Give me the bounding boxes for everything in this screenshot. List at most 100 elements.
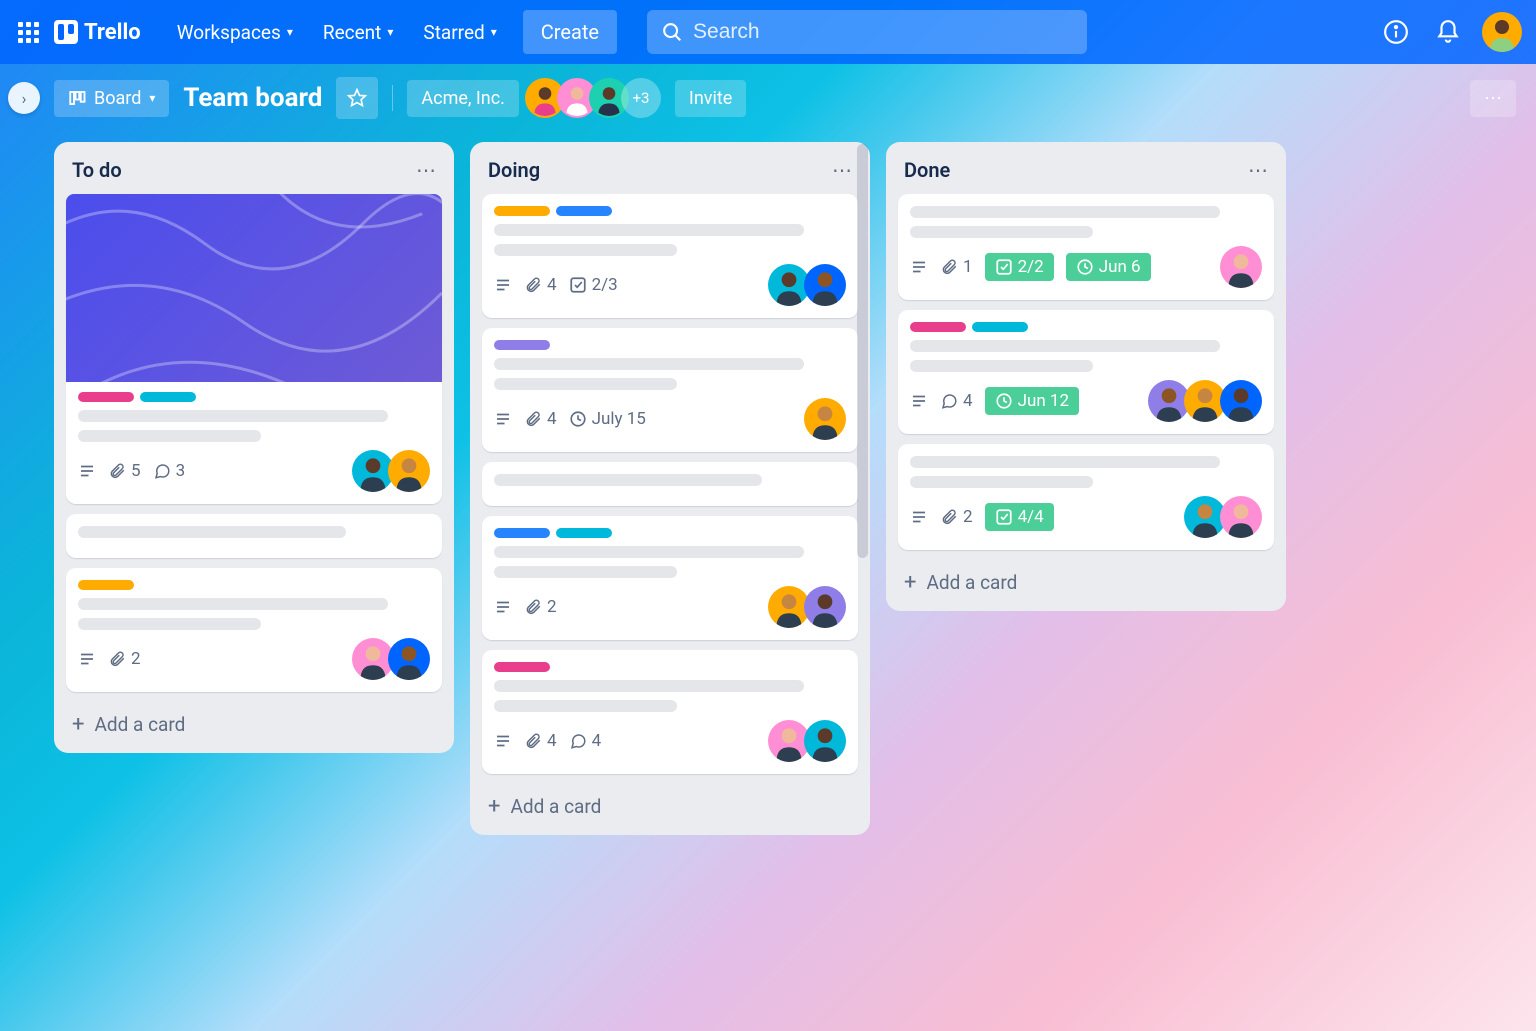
card[interactable]: 1 2/2 Jun 6 [898,194,1274,300]
member-avatar[interactable] [804,720,846,762]
search-input[interactable] [693,20,1073,44]
checklist-badge: 2/3 [569,275,618,295]
member-avatar[interactable] [1220,496,1262,538]
card[interactable]: 4Jun 12 [898,310,1274,434]
list-menu-icon[interactable]: ⋯ [416,158,436,182]
due-date-badge: July 15 [569,409,646,429]
comments-badge: 3 [153,461,186,481]
card[interactable]: 53 [66,194,442,504]
member-avatar[interactable] [804,264,846,306]
chevron-down-icon: ▾ [491,25,497,39]
lists-container: To do⋯532+Add a cardDoing⋯42/34July 1524… [0,132,1536,1031]
member-avatar[interactable] [804,398,846,440]
card[interactable]: 24/4 [898,444,1274,550]
label-pill[interactable] [556,206,612,216]
brand-logo[interactable]: Trello [54,20,141,45]
nav-starred[interactable]: Starred▾ [411,13,508,52]
list-menu-icon[interactable]: ⋯ [1248,158,1268,182]
search-box[interactable] [647,10,1087,54]
list: Done ⋯ 1 2/2 Jun 6 4Jun 12 24/4 +Add a card [886,142,1286,611]
card-footer: 1 2/2 Jun 6 [910,246,1262,288]
chevron-down-icon: ▾ [387,25,393,39]
card[interactable]: 4 2/3 [482,194,858,318]
card[interactable]: 2 [66,568,442,692]
list-header: Done ⋯ [898,154,1274,184]
description-icon [494,276,512,294]
checklist-done-badge: 2/2 [985,253,1054,281]
description-icon [494,732,512,750]
workspace-name[interactable]: Acme, Inc. [407,80,519,117]
scrollbar[interactable] [857,144,868,558]
view-switcher[interactable]: Board ▾ [54,80,169,117]
attachments-badge: 2 [940,507,973,527]
attachments-badge: 2 [108,649,141,669]
card-cover [66,194,442,382]
description-icon [78,650,96,668]
card[interactable] [482,462,858,506]
label-pill[interactable] [494,662,550,672]
board-menu-button[interactable]: ⋯ [1470,80,1516,117]
user-avatar[interactable] [1482,12,1522,52]
board-title[interactable]: Team board [183,83,322,113]
description-icon [78,462,96,480]
card-labels [78,392,430,402]
list-title[interactable]: Done [904,158,950,182]
member-avatar[interactable] [388,638,430,680]
card[interactable]: 4 July 15 [482,328,858,452]
board-header: › Board ▾ Team board Acme, Inc. +3 Invit… [0,64,1536,132]
label-pill[interactable] [556,528,612,538]
member-avatar[interactable] [1220,380,1262,422]
apps-icon[interactable] [14,18,42,46]
list-menu-icon[interactable]: ⋯ [832,158,852,182]
nav-recent[interactable]: Recent▾ [311,13,406,52]
card-footer: 53 [78,450,430,492]
card-members [810,398,846,440]
attachments-badge: 4 [524,731,557,751]
label-pill[interactable] [494,206,550,216]
trello-logo-icon [54,20,78,44]
top-nav: Trello Workspaces▾ Recent▾ Starred▾ Crea… [0,0,1536,64]
label-pill[interactable] [910,322,966,332]
add-card-button[interactable]: +Add a card [66,702,442,741]
create-button[interactable]: Create [523,10,617,54]
label-pill[interactable] [494,528,550,538]
card[interactable]: 44 [482,650,858,774]
label-pill[interactable] [78,392,134,402]
list-title[interactable]: Doing [488,158,540,182]
card[interactable] [66,514,442,558]
attachments-badge: 4 [524,409,557,429]
label-pill[interactable] [972,322,1028,332]
label-pill[interactable] [140,392,196,402]
card-members [358,638,430,680]
card-footer: 44 [494,720,846,762]
due-date-done-badge: Jun 6 [1066,253,1151,281]
card-footer: 4Jun 12 [910,380,1262,422]
member-avatar[interactable] [804,586,846,628]
card-footer: 2 [78,638,430,680]
add-card-button[interactable]: +Add a card [898,560,1274,599]
label-pill[interactable] [494,340,550,350]
nav-workspaces[interactable]: Workspaces▾ [165,13,305,52]
divider [392,85,393,111]
attachments-badge: 1 [940,257,973,277]
attachments-badge: 4 [524,275,557,295]
label-pill[interactable] [78,580,134,590]
card[interactable]: 2 [482,516,858,640]
add-card-button[interactable]: +Add a card [482,784,858,823]
info-icon[interactable] [1378,14,1414,50]
sidebar-expand-icon[interactable]: › [8,82,40,114]
comments-badge: 4 [569,731,602,751]
card-members [774,720,846,762]
invite-button[interactable]: Invite [675,80,746,117]
card-footer: 4 2/3 [494,264,846,306]
card-members [1226,246,1262,288]
board-members[interactable]: +3 [533,78,661,118]
star-button[interactable] [336,77,378,119]
bell-icon[interactable] [1430,14,1466,50]
member-avatar[interactable] [388,450,430,492]
member-avatar[interactable] [1220,246,1262,288]
card-members [358,450,430,492]
list-title[interactable]: To do [72,158,122,182]
due-date-done-badge: Jun 12 [985,387,1079,415]
member-overflow[interactable]: +3 [621,78,661,118]
